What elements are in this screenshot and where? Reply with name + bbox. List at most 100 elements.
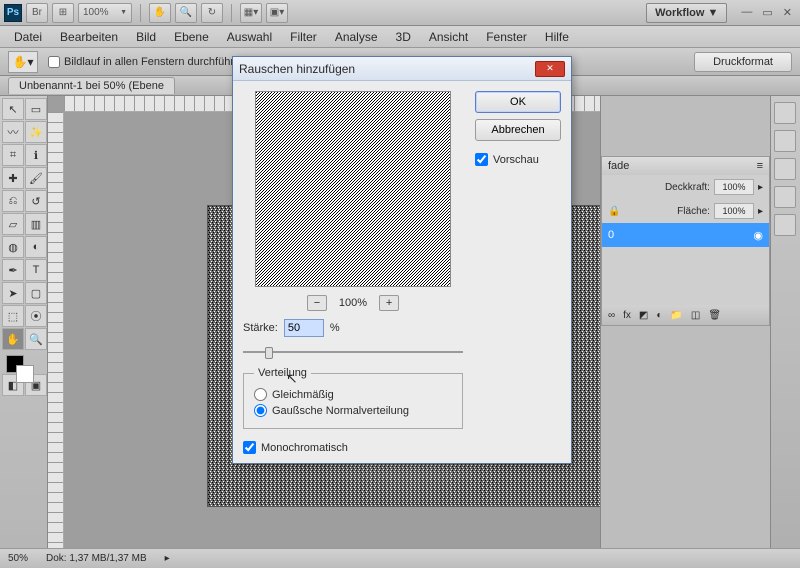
eyedropper-tool[interactable]: ℹ bbox=[25, 144, 47, 166]
link-layers-icon[interactable]: ∞ bbox=[608, 310, 615, 321]
preview-zoom-out-button[interactable]: − bbox=[307, 295, 327, 311]
shape-tool[interactable]: ▢ bbox=[25, 282, 47, 304]
blur-tool[interactable]: ◍ bbox=[2, 236, 24, 258]
fill-value[interactable]: 100% bbox=[714, 203, 754, 219]
stamp-tool[interactable]: ⎌ bbox=[2, 190, 24, 212]
menu-help[interactable]: Hilfe bbox=[545, 30, 569, 44]
layers-panel-footer: ∞ fx ◩ ◐ 📁 ◫ 🗑 bbox=[602, 305, 769, 325]
monochromatic-checkbox[interactable] bbox=[243, 441, 256, 454]
zoom-tool-box[interactable]: 🔍 bbox=[25, 328, 47, 350]
marquee-tool[interactable]: ▭ bbox=[25, 98, 47, 120]
swatches-panel-icon[interactable] bbox=[774, 130, 796, 152]
hand-tool-icon[interactable]: ✋ bbox=[149, 3, 171, 23]
pen-tool[interactable]: ✒ bbox=[2, 259, 24, 281]
opacity-label: Deckkraft: bbox=[665, 182, 710, 193]
menu-image[interactable]: Bild bbox=[136, 30, 156, 44]
gaussian-radio[interactable] bbox=[254, 404, 267, 417]
strength-unit: % bbox=[330, 322, 340, 334]
menu-analysis[interactable]: Analyse bbox=[335, 30, 378, 44]
distribution-uniform-option[interactable]: Gleichmäßig bbox=[254, 388, 452, 401]
layer-fx-icon[interactable]: ◉ bbox=[753, 229, 763, 242]
background-color[interactable] bbox=[16, 365, 34, 383]
history-panel-icon[interactable] bbox=[774, 214, 796, 236]
layers-panel-header[interactable]: fade≡ bbox=[602, 157, 769, 175]
3d-tool[interactable]: ⬚ bbox=[2, 305, 24, 327]
path-select-tool[interactable]: ➤ bbox=[2, 282, 24, 304]
strength-slider[interactable] bbox=[243, 345, 463, 359]
menu-select[interactable]: Auswahl bbox=[227, 30, 272, 44]
cancel-button[interactable]: Abbrechen bbox=[475, 119, 561, 141]
distribution-gaussian-option[interactable]: Gaußsche Normalverteilung bbox=[254, 404, 452, 417]
print-format-button[interactable]: Druckformat bbox=[694, 52, 792, 72]
heal-tool[interactable]: ✚ bbox=[2, 167, 24, 189]
add-noise-dialog: Rauschen hinzufügen ✕ − 100% + Stärke: %… bbox=[232, 56, 572, 464]
move-tool[interactable]: ↖ bbox=[2, 98, 24, 120]
layer-row[interactable]: 0 ◉ bbox=[602, 223, 769, 247]
fill-label: Fläche: bbox=[677, 206, 710, 217]
ruler-vertical bbox=[48, 112, 64, 548]
mini-bridge-button[interactable]: ⊞ bbox=[52, 3, 74, 23]
menu-layer[interactable]: Ebene bbox=[174, 30, 209, 44]
preview-toggle[interactable]: Vorschau bbox=[475, 153, 561, 166]
new-layer-button[interactable]: ◫ bbox=[691, 310, 700, 321]
crop-tool[interactable]: ⌗ bbox=[2, 144, 24, 166]
color-panel-icon[interactable] bbox=[774, 102, 796, 124]
rotate-view-icon[interactable]: ↻ bbox=[201, 3, 223, 23]
styles-panel-icon[interactable] bbox=[774, 158, 796, 180]
current-tool-swatch[interactable]: ✋▾ bbox=[8, 51, 38, 73]
scroll-all-windows-option[interactable]: Bildlauf in allen Fenstern durchführen bbox=[48, 56, 246, 68]
strength-input[interactable] bbox=[284, 319, 324, 337]
dialog-close-button[interactable]: ✕ bbox=[535, 61, 565, 77]
brush-tool[interactable]: 🖌 bbox=[25, 167, 47, 189]
folder-button[interactable]: 📁 bbox=[670, 310, 682, 321]
layer-mask-button[interactable]: ◩ bbox=[639, 310, 648, 321]
menu-filter[interactable]: Filter bbox=[290, 30, 317, 44]
document-tab[interactable]: Unbenannt-1 bei 50% (Ebene bbox=[8, 77, 175, 94]
hand-tool[interactable]: ✋ bbox=[2, 328, 24, 350]
preview-checkbox-label: Vorschau bbox=[493, 154, 539, 166]
scroll-all-label: Bildlauf in allen Fenstern durchführen bbox=[64, 56, 246, 68]
noise-preview[interactable] bbox=[255, 91, 451, 287]
3d-camera-tool[interactable]: ⦿ bbox=[25, 305, 47, 327]
type-tool[interactable]: T bbox=[25, 259, 47, 281]
zoom-tool-icon[interactable]: 🔍 bbox=[175, 3, 197, 23]
layer-name: 0 bbox=[608, 229, 614, 241]
opacity-value[interactable]: 100% bbox=[714, 179, 754, 195]
monochromatic-option[interactable]: Monochromatisch bbox=[243, 441, 463, 454]
menu-view[interactable]: Ansicht bbox=[429, 30, 468, 44]
dodge-tool[interactable]: ◐ bbox=[25, 236, 47, 258]
layers-tab-label: fade bbox=[608, 160, 629, 172]
bridge-button[interactable]: Br bbox=[26, 3, 48, 23]
gradient-tool[interactable]: ▥ bbox=[25, 213, 47, 235]
delete-layer-button[interactable]: 🗑 bbox=[708, 310, 721, 321]
menu-edit[interactable]: Bearbeiten bbox=[60, 30, 118, 44]
history-brush-tool[interactable]: ↺ bbox=[25, 190, 47, 212]
layer-fx-button[interactable]: fx bbox=[623, 310, 631, 321]
wand-tool[interactable]: ✨ bbox=[25, 121, 47, 143]
preview-checkbox[interactable] bbox=[475, 153, 488, 166]
screen-mode-button[interactable]: ▣▾ bbox=[266, 3, 288, 23]
tools-panel: ↖ ▭ 〰 ✨ ⌗ ℹ ✚ 🖌 ⎌ ↺ ▱ ▥ ◍ ◐ ✒ T ➤ ▢ ⬚ ⦿ … bbox=[0, 96, 48, 548]
menu-window[interactable]: Fenster bbox=[486, 30, 527, 44]
menu-file[interactable]: Datei bbox=[14, 30, 42, 44]
menu-3d[interactable]: 3D bbox=[396, 30, 411, 44]
maximize-button[interactable]: ▭ bbox=[758, 6, 776, 19]
adjustments-panel-icon[interactable] bbox=[774, 186, 796, 208]
arrange-docs-button[interactable]: ▦▾ bbox=[240, 3, 262, 23]
close-button[interactable]: ✕ bbox=[779, 6, 796, 19]
gaussian-label: Gaußsche Normalverteilung bbox=[272, 405, 409, 417]
eraser-tool[interactable]: ▱ bbox=[2, 213, 24, 235]
status-zoom[interactable]: 50% bbox=[8, 553, 28, 564]
status-menu-arrow[interactable]: ▸ bbox=[165, 553, 170, 564]
minimize-button[interactable]: — bbox=[737, 6, 756, 19]
zoom-level-combo[interactable]: 100% bbox=[78, 3, 132, 23]
adjustment-layer-button[interactable]: ◐ bbox=[656, 310, 662, 321]
uniform-radio[interactable] bbox=[254, 388, 267, 401]
lasso-tool[interactable]: 〰 bbox=[2, 121, 24, 143]
dialog-title-bar[interactable]: Rauschen hinzufügen ✕ bbox=[233, 57, 571, 81]
ok-button[interactable]: OK bbox=[475, 91, 561, 113]
scroll-all-checkbox[interactable] bbox=[48, 56, 60, 68]
fg-bg-colors[interactable] bbox=[2, 351, 47, 387]
preview-zoom-in-button[interactable]: + bbox=[379, 295, 399, 311]
workspace-switcher[interactable]: Workflow ▼ bbox=[646, 3, 727, 23]
